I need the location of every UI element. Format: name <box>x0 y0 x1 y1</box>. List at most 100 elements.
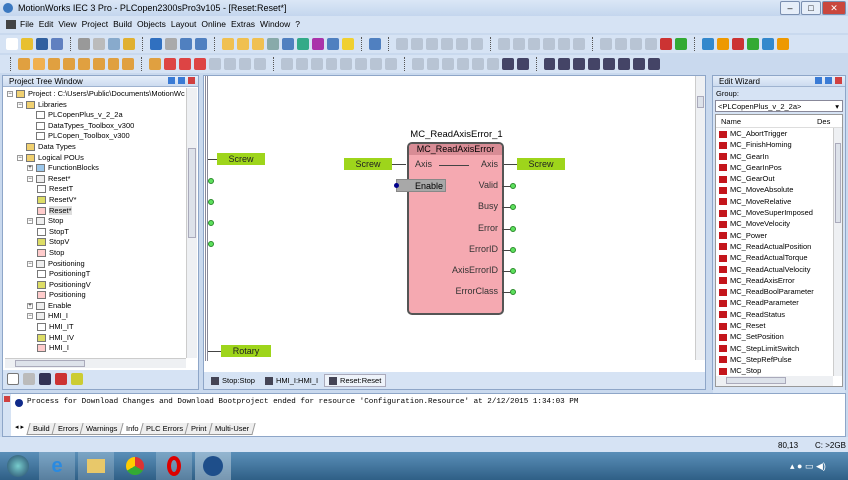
wizard-list-item[interactable]: MC_MoveVelocity <box>719 218 842 229</box>
menu-view[interactable]: View <box>58 19 76 29</box>
toolbar-button-icon[interactable] <box>222 38 234 50</box>
toolbar-button-icon[interactable] <box>18 58 30 70</box>
wizard-list-item[interactable]: MC_ReadStatus <box>719 309 842 320</box>
toolbar-button-icon[interactable] <box>62 58 75 70</box>
toolbar-button-icon[interactable] <box>600 38 612 50</box>
menu-project[interactable]: Project <box>82 19 108 29</box>
menu-objects[interactable]: Objects <box>137 19 166 29</box>
output-tab-warnings[interactable]: Warnings <box>79 423 125 435</box>
toolbar-button-icon[interactable] <box>603 58 616 70</box>
toolbar-button-icon[interactable] <box>47 58 60 70</box>
tree-scrollbar[interactable] <box>186 88 197 358</box>
input-enable[interactable]: Enable <box>396 179 446 192</box>
expand-toggle-icon[interactable]: − <box>27 218 33 225</box>
toolbar-button-icon[interactable] <box>385 58 398 70</box>
tree-item[interactable]: HMI_IV <box>7 333 185 344</box>
wizard-list-item[interactable]: MC_Stop <box>719 365 842 376</box>
menu-build[interactable]: Build <box>113 19 132 29</box>
toolbar-button-icon[interactable] <box>370 58 383 70</box>
connection-point[interactable] <box>208 241 214 247</box>
toolbar-button-icon[interactable] <box>21 38 33 50</box>
tree-item[interactable]: + FunctionBlocks <box>7 163 185 174</box>
toolbar-button-icon[interactable] <box>312 38 324 50</box>
toolbar-button-icon[interactable] <box>108 38 120 50</box>
wizard-hscrollbar[interactable] <box>716 376 833 386</box>
wizard-list-item[interactable]: MC_ReadActualPosition <box>719 241 842 252</box>
tree-item[interactable]: − Stop <box>7 216 185 227</box>
tree-item[interactable]: PositioningT <box>7 269 185 280</box>
tree-item[interactable]: PositioningV <box>7 280 185 291</box>
wizard-list-item[interactable]: MC_StepLimitSwitch <box>719 343 842 354</box>
chrome-icon[interactable] <box>117 452 153 480</box>
toolbar-button-icon[interactable] <box>253 58 266 70</box>
close-icon[interactable] <box>188 77 195 84</box>
toolbar-button-icon[interactable] <box>238 58 251 70</box>
expand-toggle-icon[interactable]: − <box>7 91 13 97</box>
toolbar-button-icon[interactable] <box>252 38 264 50</box>
toolbar-button-icon[interactable] <box>194 58 207 70</box>
tree-item[interactable]: HMI_IT <box>7 322 185 333</box>
input-variable-screw[interactable]: Screw <box>344 158 392 170</box>
wizard-list-item[interactable]: MC_ReadBoolParameter <box>719 286 842 297</box>
output-tab-plc-errors[interactable]: PLC Errors <box>139 423 190 435</box>
toolbar-button-icon[interactable] <box>77 58 90 70</box>
menu-layout[interactable]: Layout <box>171 19 197 29</box>
wizard-scrollbar[interactable] <box>833 128 842 376</box>
menu-file[interactable]: File <box>20 19 34 29</box>
toolbar-button-icon[interactable] <box>107 58 120 70</box>
wizard-list-item[interactable]: MC_MoveSuperImposed <box>719 207 842 218</box>
menu-[interactable]: ? <box>295 19 300 29</box>
toolbar-button-icon[interactable] <box>427 58 439 70</box>
close-button[interactable]: ✕ <box>822 1 846 15</box>
toolbar-button-icon[interactable] <box>702 38 714 50</box>
toolbar-button-icon[interactable] <box>732 38 744 50</box>
toolbar-button-icon[interactable] <box>164 58 177 70</box>
toolbar-button-icon[interactable] <box>747 38 759 50</box>
toolbar-button-icon[interactable] <box>645 38 657 50</box>
wizard-list-item[interactable]: MC_ReadActualVelocity <box>719 264 842 275</box>
toolbar-button-icon[interactable] <box>122 58 135 70</box>
tree-item[interactable]: Reset* <box>7 205 185 217</box>
tree-item[interactable]: DataTypes_Toolbox_v300 <box>7 121 185 132</box>
toolbar-button-icon[interactable] <box>516 58 529 70</box>
toolbar-button-icon[interactable] <box>297 38 309 50</box>
toolbar-button-icon[interactable] <box>340 58 353 70</box>
expand-toggle-icon[interactable]: − <box>27 313 33 320</box>
internet-explorer-icon[interactable]: e <box>39 452 75 480</box>
function-block[interactable]: MC_ReadAxisError Axis Axis Valid Busy Error… <box>407 142 516 315</box>
output-tab-multi-user[interactable]: Multi-User <box>207 423 256 435</box>
expand-toggle-icon[interactable]: − <box>17 101 23 108</box>
toolbar-button-icon[interactable] <box>295 58 308 70</box>
enable-connection-point[interactable] <box>394 183 399 188</box>
toolbar-button-icon[interactable] <box>633 58 645 70</box>
tree-item[interactable]: − Positioning <box>7 259 185 270</box>
toolbar-button-icon[interactable] <box>149 58 162 70</box>
menu-extras[interactable]: Extras <box>231 19 255 29</box>
connection-point[interactable] <box>208 220 214 226</box>
toolbar-button-icon[interactable] <box>456 38 468 50</box>
editor-scrollbar[interactable] <box>695 76 705 360</box>
close-icon[interactable] <box>4 396 10 402</box>
toolbar-button-icon[interactable] <box>282 38 294 50</box>
toolbar-button-icon[interactable] <box>325 58 338 70</box>
dropdown-icon[interactable] <box>178 77 185 84</box>
toolbar-button-icon[interactable] <box>528 38 540 50</box>
toolbar-button-icon[interactable] <box>647 58 660 70</box>
menu-window[interactable]: Window <box>260 19 290 29</box>
connection-point[interactable] <box>510 268 516 274</box>
expand-toggle-icon[interactable]: − <box>27 260 33 267</box>
toolbar-button-icon[interactable] <box>195 38 207 50</box>
toolbar-button-icon[interactable] <box>501 58 514 70</box>
tree-hscrollbar[interactable] <box>5 358 186 368</box>
toolbar-button-icon[interactable] <box>180 38 192 50</box>
ladder-editor[interactable]: Screw Rotary MC_ReadAxisError_1 Screw MC… <box>203 75 706 390</box>
io-tab-icon[interactable] <box>71 373 83 385</box>
tree-item[interactable]: − Logical POUs <box>7 153 185 164</box>
toolbar-button-icon[interactable] <box>237 38 249 50</box>
wizard-list-item[interactable]: MC_SetPosition <box>719 331 842 342</box>
tree-item[interactable]: HMI_I <box>7 343 185 354</box>
toolbar-button-icon[interactable] <box>441 58 454 70</box>
toolbar-button-icon[interactable] <box>777 38 789 50</box>
tree-item[interactable]: ResetT <box>7 184 185 195</box>
connection-point[interactable] <box>208 178 214 184</box>
